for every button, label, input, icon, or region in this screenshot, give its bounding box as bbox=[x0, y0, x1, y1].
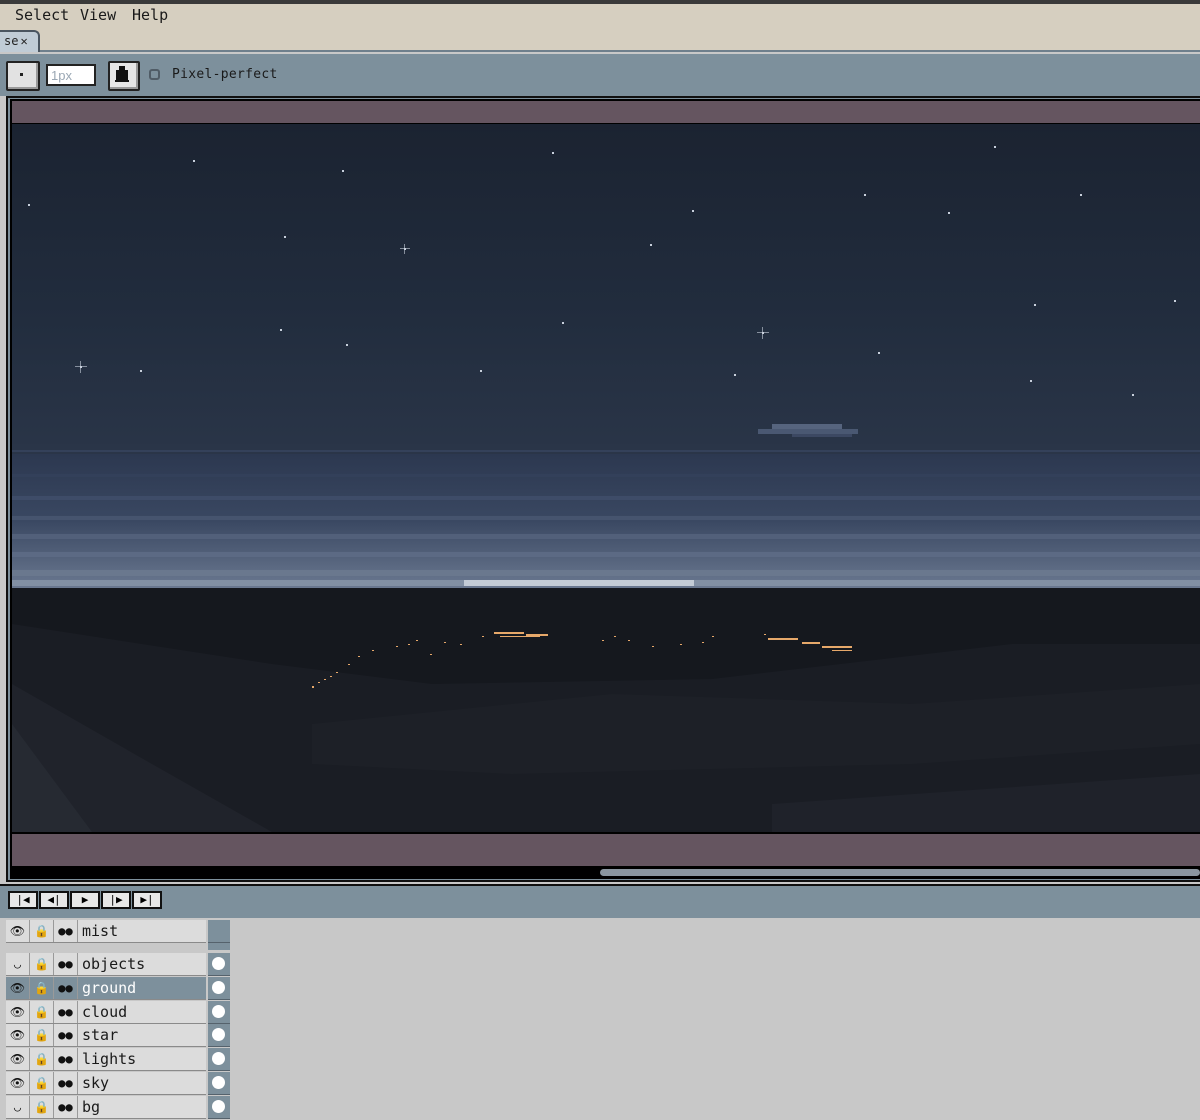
dot-brush-icon bbox=[20, 73, 23, 76]
layer-row-objects[interactable]: ◡ 🔒 ●● objects bbox=[6, 953, 206, 976]
document-tab-label: se bbox=[4, 34, 19, 48]
last-frame-button[interactable]: ▶| bbox=[132, 891, 162, 909]
lock-icon[interactable]: 🔒 bbox=[30, 1024, 54, 1046]
next-frame-icon: |▶ bbox=[109, 893, 123, 906]
lock-icon[interactable]: 🔒 bbox=[30, 953, 54, 975]
continuous-icon[interactable]: ●● bbox=[54, 953, 78, 975]
prev-frame-button[interactable]: ◀| bbox=[39, 891, 69, 909]
horizontal-scrollbar-thumb[interactable] bbox=[600, 869, 1200, 876]
continuous-icon[interactable]: ●● bbox=[54, 1001, 78, 1023]
lock-icon[interactable]: 🔒 bbox=[30, 977, 54, 999]
document-tab[interactable]: se ✕ bbox=[0, 30, 40, 52]
sky-layer bbox=[12, 124, 1200, 454]
cel-sky[interactable] bbox=[208, 1072, 230, 1095]
cel-dot-icon bbox=[212, 1076, 225, 1089]
eye-icon[interactable]: 👁 bbox=[6, 920, 30, 942]
prev-frame-icon: ◀| bbox=[47, 893, 61, 906]
layer-row-bg[interactable]: ◡ 🔒 ●● bg bbox=[6, 1096, 206, 1119]
layer-row-star[interactable]: 👁 🔒 ●● star bbox=[6, 1024, 206, 1047]
layer-name: sky bbox=[82, 1074, 110, 1092]
brush-size-input[interactable] bbox=[46, 64, 96, 86]
lock-icon[interactable]: 🔒 bbox=[30, 1096, 54, 1118]
layer-name: ground bbox=[82, 979, 137, 997]
cel-dot-icon bbox=[212, 1100, 225, 1113]
lock-icon[interactable]: 🔒 bbox=[30, 920, 54, 942]
layer-row-sky[interactable]: 👁 🔒 ●● sky bbox=[6, 1072, 206, 1095]
layer-row-ground[interactable]: 👁 🔒 ●● ground bbox=[6, 977, 206, 1000]
cel-star[interactable] bbox=[208, 1024, 230, 1047]
sprite-canvas[interactable] bbox=[12, 124, 1200, 832]
layer-name: mist bbox=[82, 922, 119, 940]
eye-icon[interactable]: 👁 bbox=[6, 1001, 30, 1023]
layer-name: bg bbox=[82, 1098, 101, 1116]
last-frame-icon: ▶| bbox=[140, 893, 154, 906]
continuous-icon[interactable]: ●● bbox=[54, 1096, 78, 1118]
continuous-icon[interactable]: ●● bbox=[54, 1072, 78, 1094]
eye-icon[interactable]: 👁 bbox=[6, 1024, 30, 1046]
eye-closed-icon[interactable]: ◡ bbox=[6, 1096, 30, 1118]
menu-bar: Select View Help bbox=[0, 4, 1200, 28]
cel-dot-icon bbox=[212, 1005, 225, 1018]
cel-lights[interactable] bbox=[208, 1048, 230, 1071]
canvas-padding-top bbox=[12, 101, 1200, 123]
continuous-icon[interactable]: ●● bbox=[54, 920, 78, 942]
play-button[interactable]: ▶ bbox=[70, 891, 100, 909]
layer-name: objects bbox=[82, 955, 146, 973]
continuous-icon[interactable]: ●● bbox=[54, 1024, 78, 1046]
cel-dot-icon bbox=[212, 1028, 225, 1041]
ink-type-button[interactable] bbox=[108, 61, 140, 91]
cel-cloud[interactable] bbox=[208, 1001, 230, 1024]
pixel-perfect-checkbox[interactable] bbox=[149, 69, 160, 80]
lock-icon[interactable]: 🔒 bbox=[30, 1001, 54, 1023]
next-frame-button[interactable]: |▶ bbox=[101, 891, 131, 909]
brush-type-button[interactable] bbox=[6, 61, 40, 91]
menu-select[interactable]: Select bbox=[15, 6, 69, 24]
layer-name: cloud bbox=[82, 1003, 128, 1021]
sea-area bbox=[12, 454, 1200, 588]
first-frame-button[interactable]: |◀ bbox=[8, 891, 38, 909]
layer-name: star bbox=[82, 1026, 119, 1044]
first-frame-icon: |◀ bbox=[16, 893, 30, 906]
layer-name: lights bbox=[82, 1050, 137, 1068]
eye-icon[interactable]: 👁 bbox=[6, 1072, 30, 1094]
continuous-icon[interactable]: ●● bbox=[54, 1048, 78, 1070]
layer-row-cloud[interactable]: 👁 🔒 ●● cloud bbox=[6, 1001, 206, 1024]
menu-view[interactable]: View bbox=[80, 6, 116, 24]
close-tab-icon[interactable]: ✕ bbox=[20, 34, 27, 48]
ground-layer bbox=[12, 588, 1200, 832]
lock-icon[interactable]: 🔒 bbox=[30, 1072, 54, 1094]
cel-ground[interactable] bbox=[208, 977, 230, 1000]
ink-bottle-icon bbox=[115, 66, 129, 82]
cel-dot-icon bbox=[212, 981, 225, 994]
eye-closed-icon[interactable]: ◡ bbox=[6, 953, 30, 975]
play-icon: ▶ bbox=[81, 893, 89, 906]
layer-row-lights[interactable]: 👁 🔒 ●● lights bbox=[6, 1048, 206, 1071]
timeline-cel-area[interactable] bbox=[232, 918, 1200, 1120]
eye-icon[interactable]: 👁 bbox=[6, 1048, 30, 1070]
cel-dot-icon bbox=[212, 957, 225, 970]
cel-dot-icon bbox=[212, 1052, 225, 1065]
cel-bg[interactable] bbox=[208, 1096, 230, 1119]
eye-icon[interactable]: 👁 bbox=[6, 977, 30, 999]
document-tab-bar: se ✕ bbox=[0, 28, 1200, 52]
lock-icon[interactable]: 🔒 bbox=[30, 1048, 54, 1070]
menu-help[interactable]: Help bbox=[132, 6, 168, 24]
canvas-padding-bottom bbox=[12, 834, 1200, 866]
cel-objects[interactable] bbox=[208, 953, 230, 976]
timeline-controls bbox=[0, 884, 1200, 918]
pixel-perfect-label: Pixel-perfect bbox=[172, 67, 278, 82]
continuous-icon[interactable]: ●● bbox=[54, 977, 78, 999]
cel-mist[interactable] bbox=[208, 920, 230, 943]
layer-row-mist[interactable]: 👁 🔒 ●● mist bbox=[6, 920, 206, 943]
